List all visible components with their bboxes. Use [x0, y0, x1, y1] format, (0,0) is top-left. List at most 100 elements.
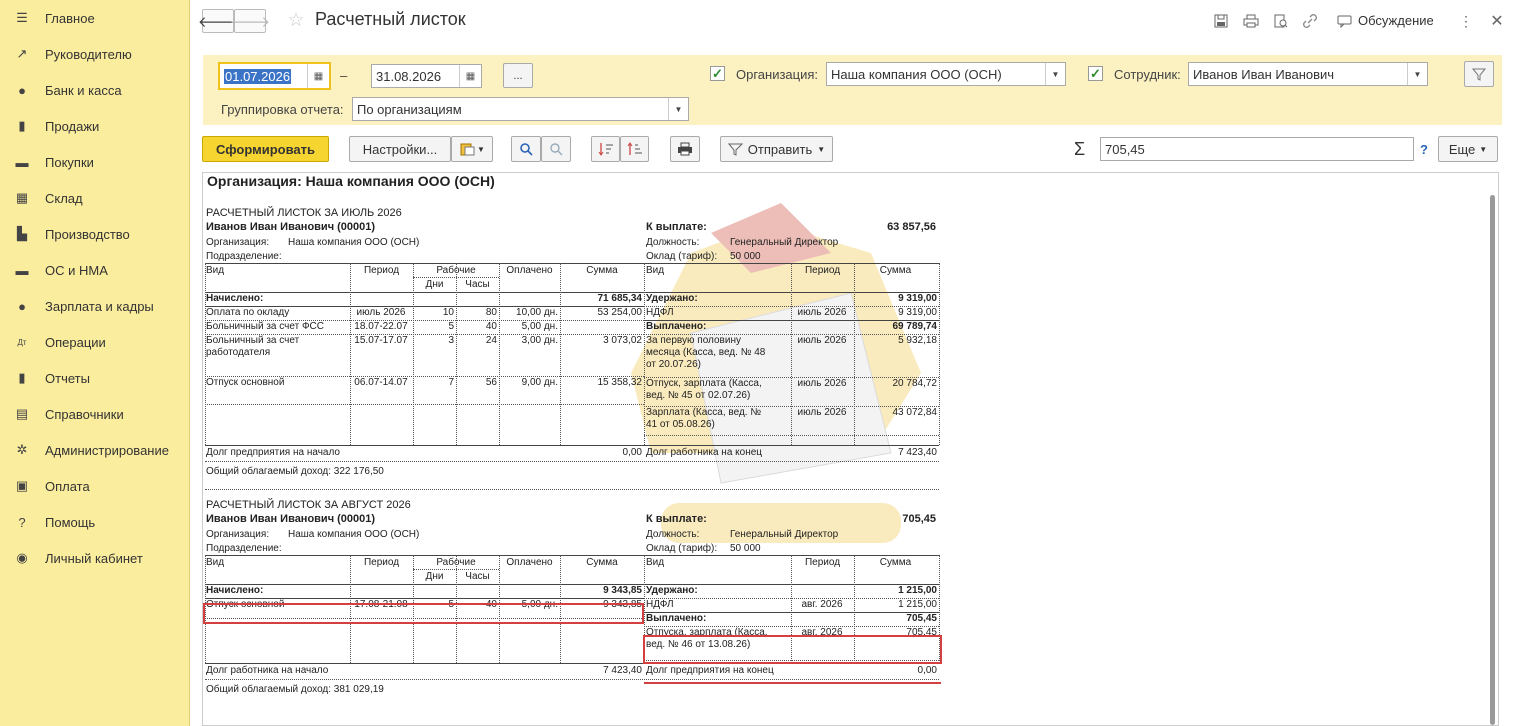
more-button[interactable]: Еще ▼	[1438, 136, 1498, 162]
salary-value: 50 000	[730, 251, 761, 262]
payment-desc: 41 от 05.08.26)	[646, 419, 715, 430]
to-pay-label: К выплате:	[646, 221, 707, 233]
date-to-field[interactable]: 31.08.2026 ▦	[371, 64, 482, 88]
calendar-icon[interactable]: ▦	[307, 64, 329, 88]
print-icon[interactable]	[1242, 12, 1260, 30]
ndfl-sum: 1 215,00	[898, 599, 937, 610]
row-days: 5	[448, 321, 454, 332]
settings-button[interactable]: Настройки...	[349, 136, 451, 162]
sidebar-item-9[interactable]: Дт Операции	[0, 324, 190, 360]
to-pay-label: К выплате:	[646, 513, 707, 525]
table-line	[350, 263, 351, 445]
employee-select[interactable]: Иванов Иван Иванович ▼	[1188, 62, 1428, 86]
preview-icon[interactable]	[1272, 12, 1290, 30]
date-from-field[interactable]: 01.07.2026 ▦	[218, 62, 331, 90]
dept-label: Подразделение:	[206, 251, 282, 262]
payment-desc: от 20.07.26)	[646, 359, 701, 370]
save-icon[interactable]	[1212, 12, 1230, 30]
row-hours: 80	[485, 307, 497, 318]
report-area[interactable]: Организация: Наша компания ООО (ОСН) РАСЧ…	[202, 172, 1499, 726]
close-icon[interactable]: ✕	[1488, 12, 1506, 30]
payment-desc: Зарплата (Касса, вед. №	[646, 407, 762, 418]
sidebar-item-10[interactable]: ▮ Отчеты	[0, 360, 190, 396]
table-line	[644, 435, 939, 436]
grouping-select[interactable]: По организациям ▼	[352, 97, 689, 121]
sidebar-item-11[interactable]: ▤ Справочники	[0, 396, 190, 432]
col-header: Часы	[465, 571, 490, 582]
search-cancel-button[interactable]	[541, 136, 571, 162]
vertical-scrollbar[interactable]	[1490, 195, 1495, 725]
sidebar-item-label: Продажи	[45, 118, 100, 134]
help-icon[interactable]: ?	[1420, 142, 1428, 157]
forward-button[interactable]: 🡒	[230, 9, 270, 33]
sidebar-item-label: Отчеты	[45, 370, 90, 386]
sum-field[interactable]: 705,45	[1100, 137, 1414, 161]
sidebar-item-6[interactable]: ▙ Производство	[0, 216, 190, 252]
discussion-icon[interactable]	[1335, 12, 1353, 30]
warehouse-icon: ▦	[15, 190, 29, 205]
table-line	[499, 263, 500, 445]
sidebar-item-1[interactable]: ↗ Руководителю	[0, 36, 190, 72]
wallet-icon: ▣	[15, 478, 29, 493]
trend-icon: ↗	[16, 46, 28, 61]
more-vertical-icon[interactable]: ⋮	[1457, 12, 1475, 30]
payment-period: июль 2026	[797, 335, 847, 346]
sidebar-item-2[interactable]: ● Банк и касса	[0, 72, 190, 108]
cart-icon: ▬	[15, 154, 29, 170]
sum-value: 705,45	[1105, 141, 1145, 157]
employee-checkbox[interactable]: ✓	[1088, 66, 1103, 81]
sidebar-item-label: ОС и НМА	[45, 262, 108, 278]
withheld-label: Удержано:	[646, 585, 698, 596]
row-type: Отпуск основной	[206, 377, 285, 388]
sidebar-item-5[interactable]: ▦ Склад	[0, 180, 190, 216]
debt-end-label: Долг работника на конец	[646, 447, 763, 458]
sidebar-item-0[interactable]: ☰ Главное	[0, 0, 190, 36]
link-icon[interactable]	[1301, 12, 1319, 30]
sort-desc-button[interactable]	[591, 136, 620, 162]
sidebar-item-12[interactable]: ✲ Администрирование	[0, 432, 190, 468]
org-checkbox[interactable]: ✓	[710, 66, 725, 81]
sidebar-item-label: Руководителю	[45, 46, 132, 62]
ndfl-period: июль 2026	[797, 307, 847, 318]
calendar-icon[interactable]: ▦	[459, 65, 481, 87]
org-label: Организация:	[206, 237, 270, 248]
ndfl-period: авг. 2026	[801, 599, 843, 610]
sidebar-item-7[interactable]: ▬ ОС и НМА	[0, 252, 190, 288]
col-header: Период	[363, 265, 400, 276]
chevron-down-icon[interactable]: ▼	[1045, 63, 1065, 85]
chevron-down-icon[interactable]: ▼	[668, 98, 688, 120]
org-select[interactable]: Наша компания ООО (ОСН) ▼	[826, 62, 1066, 86]
search-button[interactable]	[511, 136, 541, 162]
to-pay-value: 63 857,56	[887, 221, 936, 233]
sidebar-item-8[interactable]: ● Зарплата и кадры	[0, 288, 190, 324]
filter-button[interactable]	[1464, 61, 1494, 87]
print-button[interactable]	[670, 136, 700, 162]
generate-button[interactable]: Сформировать	[202, 136, 329, 162]
col-header: Вид	[646, 265, 665, 276]
discussion-button[interactable]: Обсуждение	[1358, 13, 1434, 28]
send-button[interactable]: Отправить ▼	[720, 136, 833, 162]
gear-icon: ✲	[16, 442, 28, 457]
sidebar-item-4[interactable]: ▬ Покупки	[0, 144, 190, 180]
truck-icon: ▬	[15, 262, 29, 278]
sidebar-item-label: Личный кабинет	[45, 550, 143, 566]
sidebar-item-3[interactable]: ▮ Продажи	[0, 108, 190, 144]
table-line	[413, 263, 414, 445]
table-line	[205, 445, 939, 446]
payment-sum: 5 932,18	[898, 335, 937, 346]
period-select-button[interactable]: ...	[503, 63, 533, 88]
sort-asc-button[interactable]	[620, 136, 649, 162]
row-hours: 56	[485, 377, 497, 388]
sidebar-item-13[interactable]: ▣ Оплата	[0, 468, 190, 504]
sidebar-item-14[interactable]: ? Помощь	[0, 504, 190, 540]
sidebar-item-15[interactable]: ◉ Личный кабинет	[0, 540, 190, 576]
org-value: Наша компания ООО (ОСН)	[288, 529, 420, 540]
favorite-star-icon[interactable]: ☆	[287, 10, 305, 31]
chevron-down-icon[interactable]: ▼	[1407, 63, 1427, 85]
withheld-label: Удержано:	[646, 293, 698, 304]
sort-asc-icon	[627, 142, 642, 155]
paid-total: 705,45	[906, 613, 937, 624]
ndfl-type: НДФЛ	[646, 307, 674, 318]
coin-icon: ●	[18, 82, 26, 98]
variant-button[interactable]: ▼	[451, 136, 493, 162]
